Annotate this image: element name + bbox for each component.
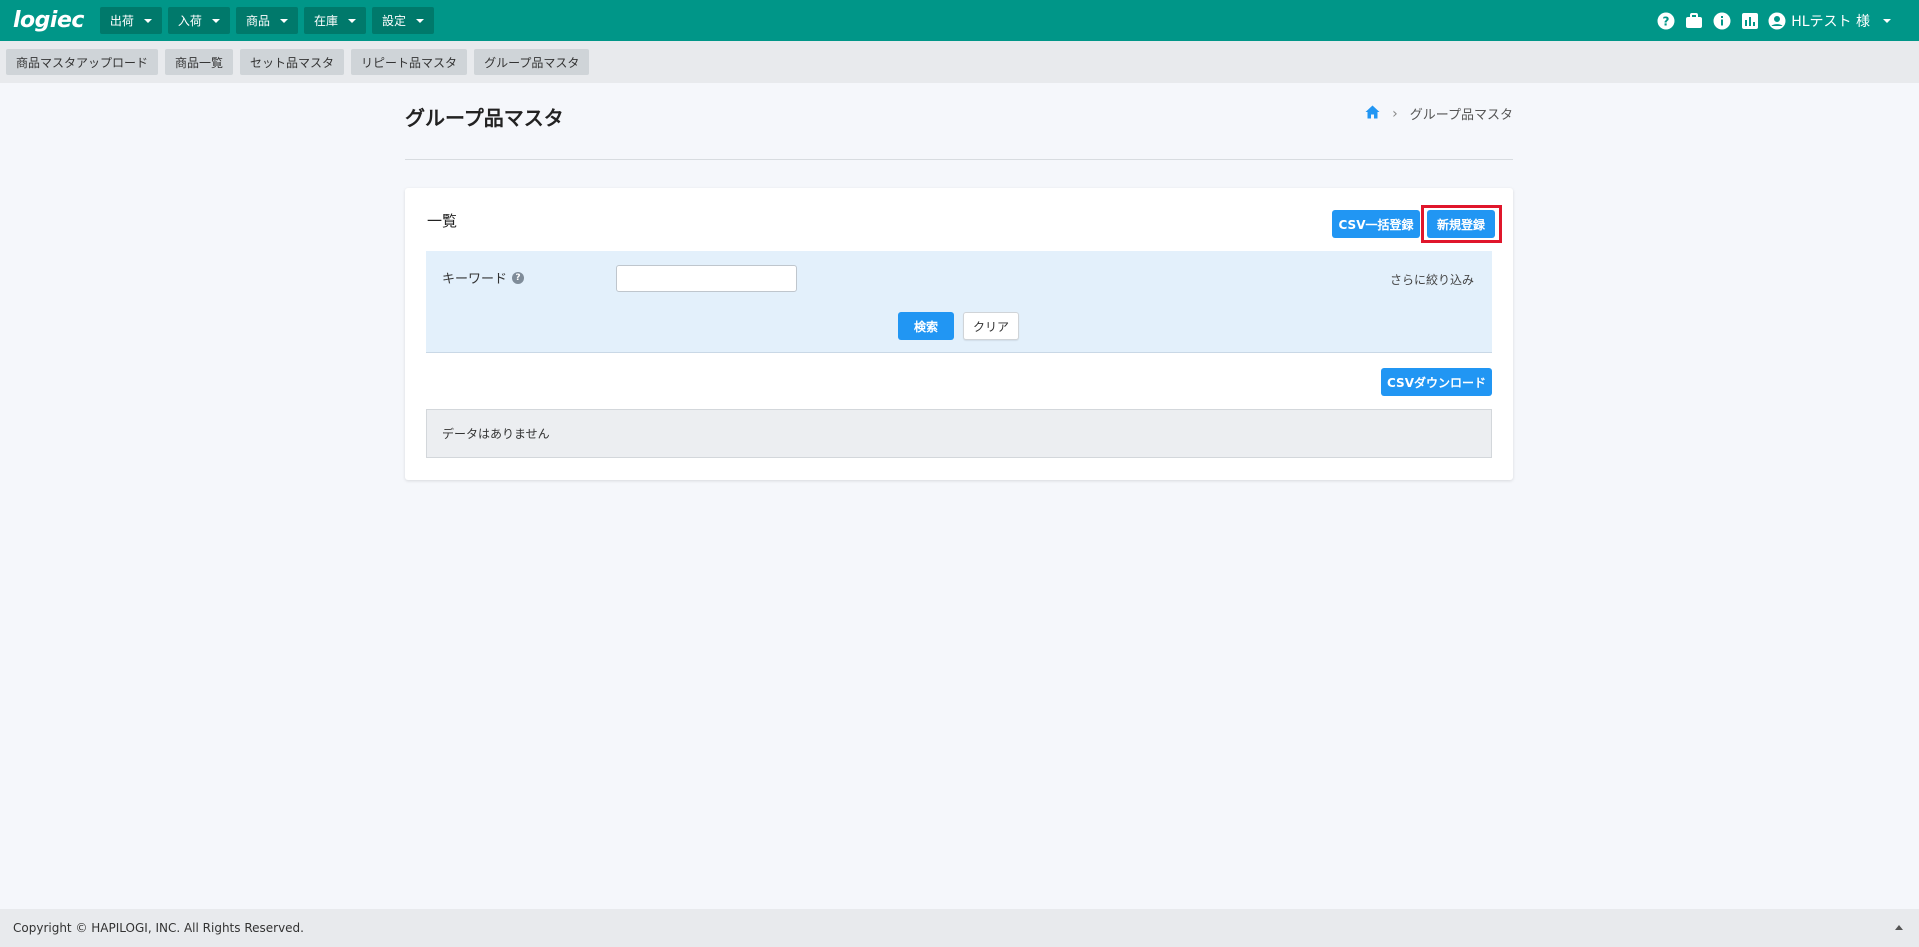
topnav-label: 設定 <box>381 14 406 28</box>
csv-bulk-register-button[interactable]: CSV一括登録 <box>1332 210 1420 238</box>
caret-down-icon <box>1883 18 1891 23</box>
topnav-label: 出荷 <box>109 14 134 28</box>
home-icon[interactable] <box>1365 105 1380 123</box>
top-bar: logiec 出荷 入荷 商品 在庫 設定 ? HLテスト 様 <box>0 0 1919 41</box>
narrow-down-link[interactable]: さらに絞り込み <box>1390 271 1474 288</box>
logo[interactable]: logiec <box>13 0 84 41</box>
topnav-label: 入荷 <box>177 14 202 28</box>
info-icon[interactable] <box>1712 11 1732 31</box>
search-button[interactable]: 検索 <box>898 312 954 340</box>
clear-button[interactable]: クリア <box>963 312 1019 340</box>
subnav-item-set-master[interactable]: セット品マスタ <box>240 49 345 75</box>
caret-down-icon <box>415 18 424 23</box>
topnav-item-inventory[interactable]: 在庫 <box>303 7 366 34</box>
subnav-item-product-list[interactable]: 商品一覧 <box>165 49 234 75</box>
caret-down-icon <box>279 18 288 23</box>
scroll-top-icon[interactable] <box>1895 925 1903 930</box>
svg-text:?: ? <box>1663 14 1670 28</box>
footer: Copyright © HAPILOGI, INC. All Rights Re… <box>0 909 1919 947</box>
topnav-item-receiving[interactable]: 入荷 <box>167 7 230 34</box>
search-panel: キーワード ? さらに絞り込み 検索 クリア <box>426 251 1492 353</box>
help-icon[interactable]: ? <box>1656 11 1676 31</box>
new-register-button[interactable]: 新規登録 <box>1427 210 1495 238</box>
bar-chart-icon[interactable] <box>1740 11 1760 31</box>
csv-download-button[interactable]: CSVダウンロード <box>1381 368 1492 396</box>
topnav-label: 在庫 <box>313 14 338 28</box>
caret-down-icon <box>347 18 356 23</box>
copyright-text: Copyright © HAPILOGI, INC. All Rights Re… <box>13 921 304 935</box>
top-nav: 出荷 入荷 商品 在庫 設定 <box>99 7 434 34</box>
briefcase-icon[interactable] <box>1684 11 1704 31</box>
chevron-right-icon: › <box>1392 105 1398 122</box>
subnav-item-product-upload[interactable]: 商品マスタアップロード <box>6 49 159 75</box>
subnav-item-repeat-master[interactable]: リピート品マスタ <box>351 49 468 75</box>
top-right-actions: ? HLテスト 様 <box>1656 0 1891 41</box>
user-name: HLテスト 様 <box>1791 13 1870 30</box>
empty-message: データはありません <box>426 409 1492 458</box>
topnav-item-shipping[interactable]: 出荷 <box>99 7 162 34</box>
breadcrumb: › グループ品マスタ <box>1365 104 1513 123</box>
account-circle-icon <box>1768 12 1786 29</box>
caret-down-icon <box>143 18 152 23</box>
card-title: 一覧 <box>427 212 458 230</box>
subnav-item-group-master[interactable]: グループ品マスタ <box>474 49 590 75</box>
keyword-input[interactable] <box>616 265 797 292</box>
sub-nav: 商品マスタアップロード 商品一覧 セット品マスタ リピート品マスタ グループ品マ… <box>0 41 1919 83</box>
keyword-label: キーワード ? <box>442 268 525 287</box>
page-title: グループ品マスタ <box>405 106 564 130</box>
keyword-label-text: キーワード <box>442 272 508 287</box>
list-card: 一覧 CSV一括登録 新規登録 キーワード ? さらに絞り込み 検索 クリア C… <box>405 188 1513 480</box>
topnav-item-products[interactable]: 商品 <box>235 7 298 34</box>
divider <box>405 159 1513 160</box>
breadcrumb-current: グループ品マスタ <box>1409 108 1513 123</box>
topnav-item-settings[interactable]: 設定 <box>371 7 434 34</box>
user-menu[interactable]: HLテスト 様 <box>1768 11 1891 31</box>
caret-down-icon <box>211 18 220 23</box>
topnav-label: 商品 <box>245 14 270 28</box>
help-icon[interactable]: ? <box>512 271 525 284</box>
